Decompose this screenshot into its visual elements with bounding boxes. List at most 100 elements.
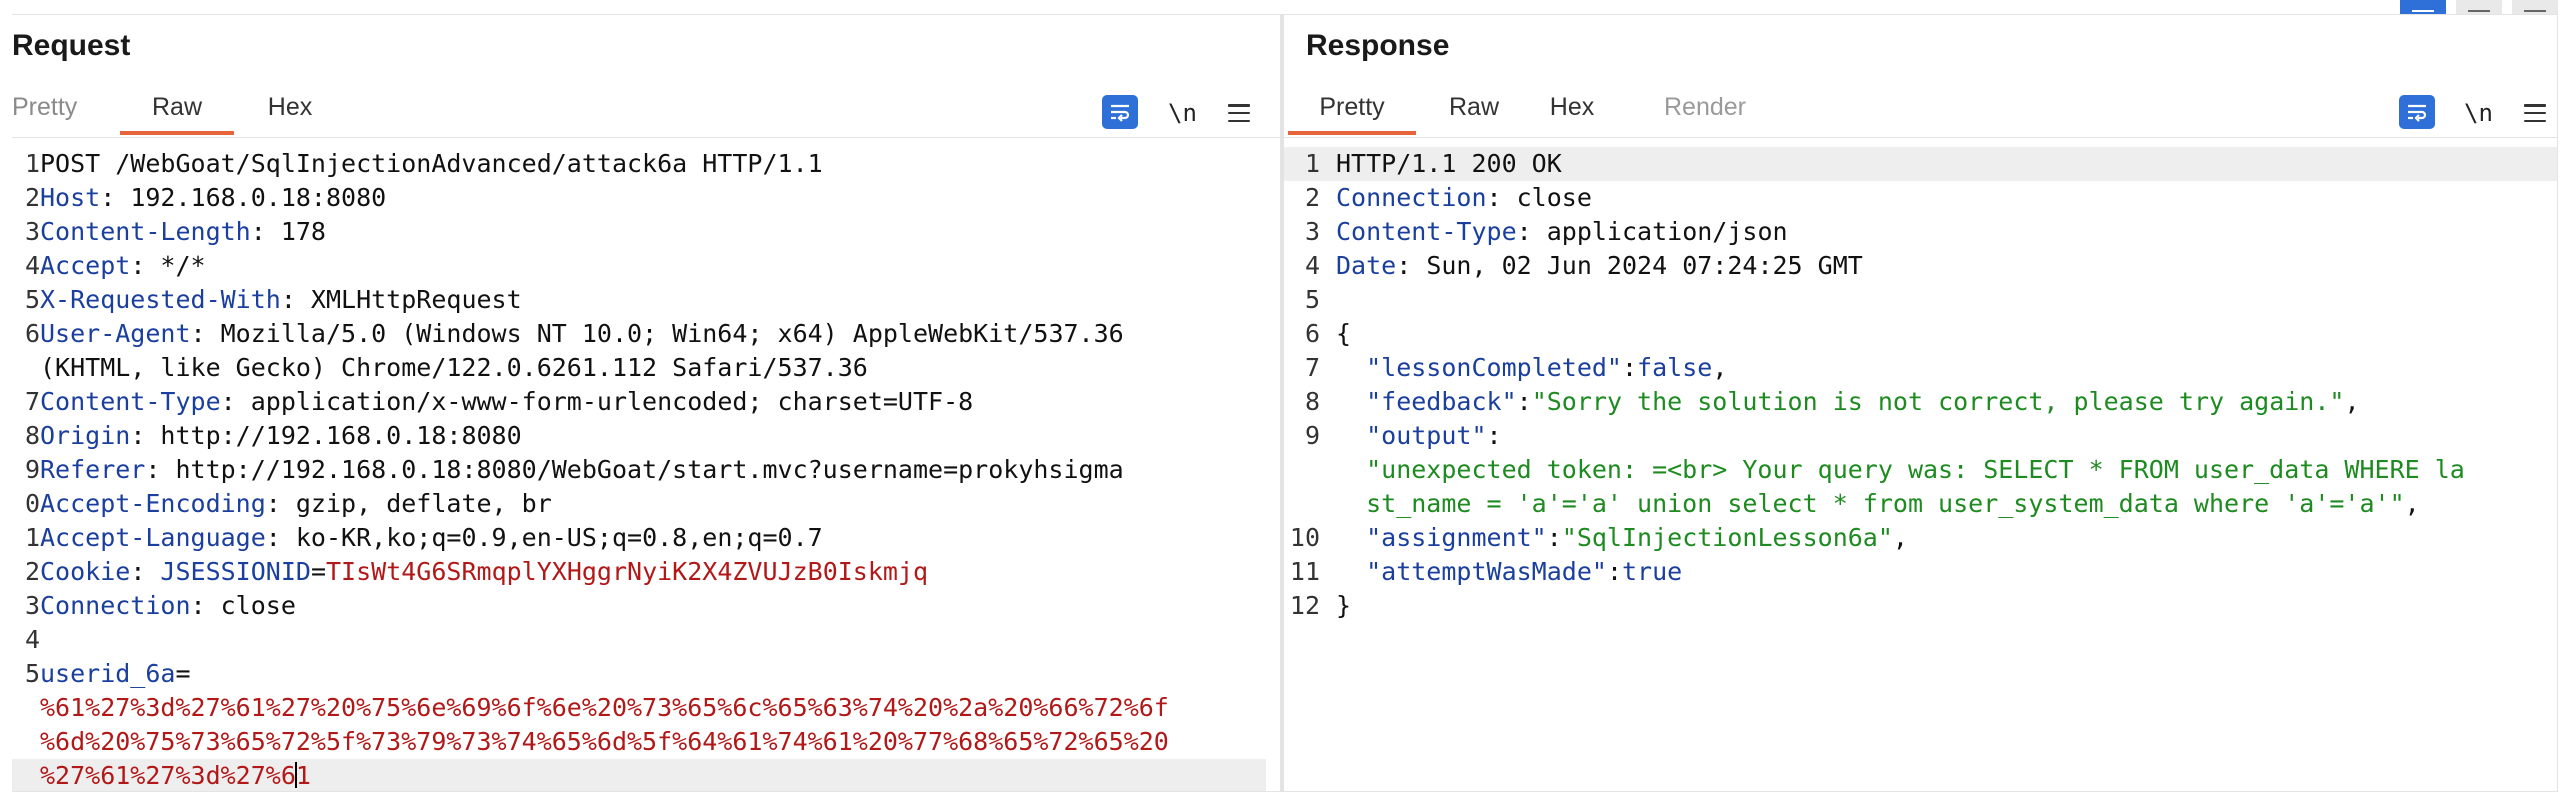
code-token: : Sun, 02 Jun 2024 07:24:25 GMT: [1396, 251, 1863, 280]
code-token: st_name = 'a'='a' union select * from us…: [1336, 489, 2405, 518]
wrap-lines-icon[interactable]: [1102, 95, 1138, 129]
response-tab-hex[interactable]: Hex: [1539, 87, 1605, 135]
wrap-lines-icon[interactable]: [2399, 95, 2435, 129]
code-token: Accept-Encoding: [40, 489, 266, 518]
code-line: 9 "output":: [1284, 419, 2557, 453]
code-text: X-Requested-With: XMLHttpRequest: [40, 283, 522, 317]
code-text: Host: 192.168.0.18:8080: [40, 181, 386, 215]
code-line: "unexpected token: =<br> Your query was:…: [1284, 453, 2557, 487]
line-number: 9: [24, 455, 40, 484]
code-text: (KHTML, like Gecko) Chrome/122.0.6261.11…: [40, 351, 868, 385]
code-line: 2 Host: 192.168.0.18:8080: [12, 181, 1280, 215]
line-number: 10: [1289, 523, 1320, 552]
code-token: Accept-Language: [40, 523, 266, 552]
code-text: Connection: close: [1336, 181, 1592, 215]
response-title: Response: [1306, 29, 1450, 62]
show-newlines-toggle[interactable]: \n: [2464, 95, 2493, 131]
line-number: 7: [24, 387, 40, 416]
code-text: Accept: */*: [40, 249, 206, 283]
code-token: Content-Type: [1336, 217, 1517, 246]
line-number: 2: [24, 557, 40, 586]
code-token: ,: [2404, 489, 2420, 518]
code-token: ,: [1712, 353, 1728, 382]
line-number: 6: [24, 319, 40, 348]
code-line: 4: [12, 623, 1280, 657]
request-tab-pretty[interactable]: Pretty: [12, 87, 80, 135]
code-line: st_name = 'a'='a' union select * from us…: [1284, 487, 2557, 521]
code-line: (KHTML, like Gecko) Chrome/122.0.6261.11…: [12, 351, 1280, 385]
request-tab-hex[interactable]: Hex: [260, 87, 320, 135]
code-token: :: [1606, 557, 1622, 586]
code-token: "assignment": [1336, 523, 1547, 552]
code-text: "output":: [1336, 419, 1502, 453]
menu-icon[interactable]: [1228, 104, 1250, 122]
code-token: ,: [2344, 387, 2360, 416]
code-token: Accept: [40, 251, 131, 280]
code-token: Referer: [40, 455, 146, 484]
code-token: HTTP/1.1 200 OK: [1336, 149, 1562, 178]
code-token: : XMLHttpRequest: [280, 285, 522, 314]
code-token: User-Agent: [40, 319, 191, 348]
line-number: 1: [24, 149, 40, 178]
code-token: 1: [295, 761, 311, 790]
code-text: userid_6a=: [40, 657, 191, 691]
line-number: 3: [24, 591, 40, 620]
request-tabbar: Pretty Raw Hex \n: [12, 79, 1280, 138]
line-number: 0: [24, 489, 40, 518]
response-tab-pretty[interactable]: Pretty: [1288, 87, 1416, 135]
response-tab-render[interactable]: Render: [1650, 87, 1760, 135]
response-editor[interactable]: 1 HTTP/1.1 200 OK 2 Connection: close 3 Conte…: [1284, 147, 2557, 791]
line-number: 2: [1304, 183, 1320, 212]
show-newlines-toggle[interactable]: \n: [1168, 95, 1197, 131]
code-token: : ko-KR,ko;q=0.9,en-US;q=0.8,en;q=0.7: [265, 523, 823, 552]
line-number: 11: [1289, 557, 1320, 586]
code-line: 12}: [1284, 589, 2557, 623]
request-panel: Request Pretty Raw Hex \n 1 POST /WebGoat…: [12, 14, 1281, 792]
code-token: : */*: [130, 251, 206, 280]
code-text: POST /WebGoat/SqlInjectionAdvanced/attac…: [40, 147, 823, 181]
code-token: "lessonCompleted": [1336, 353, 1622, 382]
menu-icon[interactable]: [2524, 104, 2546, 122]
line-number: 5: [1304, 285, 1320, 314]
code-line: 3 Content-Length: 178: [12, 215, 1280, 249]
code-line: 11 "attemptWasMade":true: [1284, 555, 2557, 589]
request-tab-raw[interactable]: Raw: [120, 87, 234, 135]
code-text: "unexpected token: =<br> Your query was:…: [1336, 453, 2465, 487]
line-number: 5: [24, 285, 40, 314]
code-token: "unexpected token: =<br> Your query was:…: [1336, 455, 2465, 484]
code-token: "SqlInjectionLesson6a": [1561, 523, 1893, 552]
code-text: Origin: http://192.168.0.18:8080: [40, 419, 522, 453]
code-token: : gzip, deflate, br: [265, 489, 552, 518]
code-text: }: [1336, 589, 1351, 623]
code-line: 2 Connection: close: [1284, 181, 2557, 215]
code-text: "assignment":"SqlInjectionLesson6a",: [1336, 521, 1908, 555]
code-token: :: [1621, 353, 1638, 382]
line-number: 4: [24, 625, 40, 654]
response-panel: Response Pretty Raw Hex Render \n 1 HTTP/…: [1283, 14, 2558, 792]
code-text: Content-Type: application/x-www-form-url…: [40, 385, 973, 419]
code-text: %6d%20%75%73%65%72%5f%73%79%73%74%65%6d%…: [40, 725, 1169, 759]
code-text: Cookie: JSESSIONID=TIsWt4G6SRmqplYXHggrN…: [40, 555, 928, 589]
code-text: %27%61%27%3d%27%61: [40, 759, 311, 791]
response-tab-raw[interactable]: Raw: [1434, 87, 1514, 135]
request-title: Request: [12, 29, 131, 62]
code-text: User-Agent: Mozilla/5.0 (Windows NT 10.0…: [40, 317, 1124, 351]
code-token: : http://192.168.0.18:8080/WebGoat/start…: [145, 455, 1124, 484]
code-token: ,: [1892, 523, 1908, 552]
line-number: 3: [24, 217, 40, 246]
code-text: "attemptWasMade":true: [1336, 555, 1682, 589]
code-token: =: [175, 659, 191, 688]
code-token: :: [1486, 421, 1502, 450]
code-token: Content-Type: [40, 387, 221, 416]
code-line: 9 Referer: http://192.168.0.18:8080/WebGo…: [12, 453, 1280, 487]
code-token: Origin: [40, 421, 131, 450]
code-line: 10 "assignment":"SqlInjectionLesson6a",: [1284, 521, 2557, 555]
code-text: Accept-Encoding: gzip, deflate, br: [40, 487, 552, 521]
line-number: 3: [1304, 217, 1320, 246]
request-editor[interactable]: 1 POST /WebGoat/SqlInjectionAdvanced/atta…: [12, 147, 1280, 791]
code-line: 3 Connection: close: [12, 589, 1280, 623]
code-token: true: [1622, 557, 1683, 586]
line-number: 8: [24, 421, 40, 450]
code-text: "feedback":"Sorry the solution is not co…: [1336, 385, 2360, 419]
code-text: {: [1336, 317, 1351, 351]
